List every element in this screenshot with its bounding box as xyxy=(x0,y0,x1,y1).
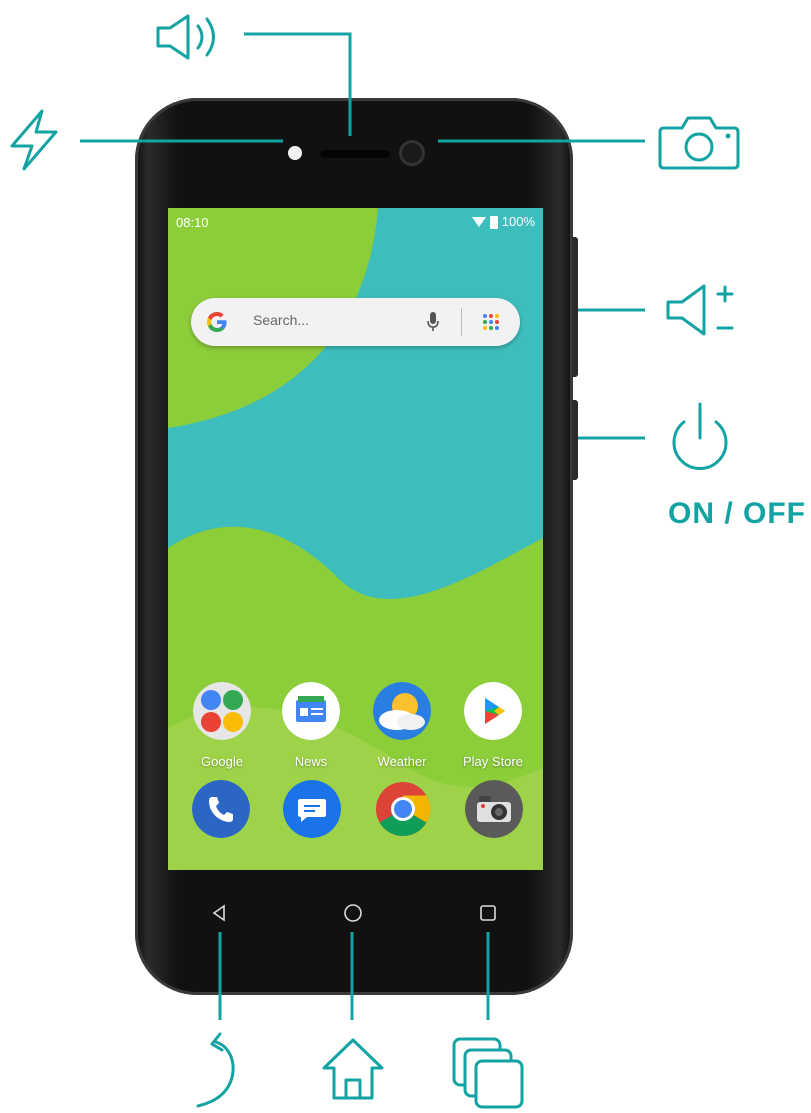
app-label: Play Store xyxy=(463,754,523,769)
battery-percent: 100% xyxy=(501,214,535,229)
app-grid-icon[interactable] xyxy=(482,313,500,331)
volume-rocker[interactable] xyxy=(572,237,578,377)
play-store-icon xyxy=(464,682,522,740)
earpiece-speaker xyxy=(320,150,390,158)
app-label: Google xyxy=(201,754,243,769)
app-news[interactable]: News xyxy=(266,682,356,769)
messages-icon[interactable] xyxy=(283,780,341,838)
home-key[interactable] xyxy=(343,903,363,923)
phone-icon[interactable] xyxy=(192,780,250,838)
power-button[interactable] xyxy=(572,400,578,480)
app-play-store[interactable]: Play Store xyxy=(448,682,538,769)
status-bar: 08:10 100% xyxy=(168,208,543,236)
app-label: Weather xyxy=(377,754,427,769)
app-label: News xyxy=(294,754,328,769)
weather-icon xyxy=(373,682,431,740)
speaker-icon xyxy=(156,14,215,60)
chrome-icon[interactable] xyxy=(374,780,432,838)
app-google[interactable]: Google xyxy=(177,682,267,769)
back-icon xyxy=(196,1032,235,1108)
battery-icon xyxy=(489,215,498,229)
home-icon xyxy=(322,1038,384,1100)
recents-key[interactable] xyxy=(479,904,497,922)
recents-icon xyxy=(452,1037,524,1109)
power-icon xyxy=(672,402,728,470)
search-divider xyxy=(461,308,462,336)
wifi-icon xyxy=(471,217,486,227)
home-screen: 08:10 100% Search... Google News Weather… xyxy=(168,208,543,870)
app-weather[interactable]: Weather xyxy=(357,682,447,769)
camera-icon xyxy=(658,116,740,170)
search-bar[interactable]: Search... xyxy=(191,298,520,346)
power-label: ON / OFF xyxy=(668,497,806,530)
microphone-icon[interactable] xyxy=(427,312,439,332)
back-key[interactable] xyxy=(211,904,227,922)
front-flash xyxy=(288,146,302,160)
google-g-icon xyxy=(207,312,227,332)
volume-icon xyxy=(666,284,734,336)
google-folder-icon xyxy=(193,682,251,740)
news-icon xyxy=(282,682,340,740)
search-placeholder[interactable]: Search... xyxy=(253,312,309,328)
status-time: 08:10 xyxy=(176,215,209,230)
front-camera xyxy=(399,140,425,166)
camera-app-icon[interactable] xyxy=(465,780,523,838)
flash-icon xyxy=(10,109,58,171)
